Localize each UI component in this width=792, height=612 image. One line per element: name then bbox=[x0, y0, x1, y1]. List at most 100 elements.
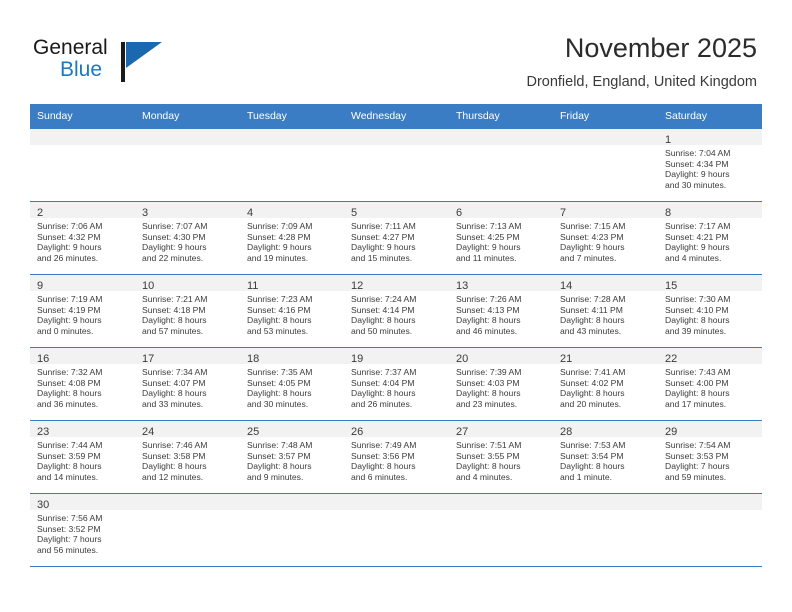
daylight-text-line1: Daylight: 8 hours bbox=[351, 315, 416, 326]
daylight-text-line1: Daylight: 8 hours bbox=[560, 315, 625, 326]
calendar-cell-day[interactable]: 27 Sunrise: 7:51 AM Sunset: 3:55 PM Dayligh… bbox=[449, 420, 553, 494]
calendar-cell-inner: 5 Sunrise: 7:11 AM Sunset: 4:27 PM Daylight… bbox=[344, 202, 449, 274]
calendar-cell-day[interactable]: 25 Sunrise: 7:48 AM Sunset: 3:57 PM Dayligh… bbox=[240, 420, 344, 494]
calendar-cell-day[interactable]: 30 Sunrise: 7:56 AM Sunset: 3:52 PM Dayligh… bbox=[30, 493, 135, 567]
calendar-cell-day[interactable]: 7 Sunrise: 7:15 AM Sunset: 4:23 PM Daylight… bbox=[553, 201, 658, 275]
calendar-cell-day[interactable]: 15 Sunrise: 7:30 AM Sunset: 4:10 PM Dayligh… bbox=[658, 274, 762, 348]
calendar-cell-day[interactable]: 13 Sunrise: 7:26 AM Sunset: 4:13 PM Dayligh… bbox=[449, 274, 553, 348]
calendar-cell-day[interactable]: 10 Sunrise: 7:21 AM Sunset: 4:18 PM Dayligh… bbox=[135, 274, 240, 348]
daylight-text-line1: Daylight: 8 hours bbox=[665, 388, 730, 399]
sunset-text: Sunset: 4:30 PM bbox=[142, 231, 206, 242]
day-number-band bbox=[449, 494, 553, 510]
calendar-week-row: 16 Sunrise: 7:32 AM Sunset: 4:08 PM Dayligh… bbox=[30, 347, 762, 421]
calendar-cell-day[interactable]: 9 Sunrise: 7:19 AM Sunset: 4:19 PM Daylight… bbox=[30, 274, 135, 348]
day-number-band: 13 bbox=[449, 275, 553, 292]
day-number: 29 bbox=[665, 426, 678, 438]
day-number-band: 2 bbox=[30, 202, 135, 219]
calendar-cell-day[interactable]: 28 Sunrise: 7:53 AM Sunset: 3:54 PM Dayligh… bbox=[553, 420, 658, 494]
calendar-cell-day[interactable]: 21 Sunrise: 7:41 AM Sunset: 4:02 PM Dayligh… bbox=[553, 347, 658, 421]
sunrise-text: Sunrise: 7:54 AM bbox=[665, 440, 731, 450]
day-number: 21 bbox=[560, 353, 573, 365]
sunset-text: Sunset: 3:54 PM bbox=[560, 450, 624, 461]
calendar-cell-day[interactable]: 8 Sunrise: 7:17 AM Sunset: 4:21 PM Daylight… bbox=[658, 201, 762, 275]
sunrise-text: Sunrise: 7:43 AM bbox=[665, 367, 731, 377]
sunset-text: Sunset: 3:57 PM bbox=[247, 450, 311, 461]
calendar-cell-day[interactable]: 4 Sunrise: 7:09 AM Sunset: 4:28 PM Daylight… bbox=[240, 201, 344, 275]
logo-triangle-icon bbox=[126, 42, 162, 68]
daylight-text-line2: and 36 minutes. bbox=[37, 398, 99, 409]
calendar-cell-day[interactable]: 20 Sunrise: 7:39 AM Sunset: 4:03 PM Dayligh… bbox=[449, 347, 553, 421]
sunset-text: Sunset: 4:05 PM bbox=[247, 377, 311, 388]
day-number-band: 11 bbox=[240, 275, 344, 292]
day-number-band bbox=[344, 494, 449, 510]
calendar-cell-inner bbox=[344, 494, 449, 566]
day-number: 1 bbox=[665, 134, 672, 146]
calendar-cell-day[interactable]: 1 Sunrise: 7:04 AM Sunset: 4:34 PM Daylight… bbox=[658, 128, 762, 202]
calendar-cell-day[interactable]: 14 Sunrise: 7:28 AM Sunset: 4:11 PM Dayligh… bbox=[553, 274, 658, 348]
calendar-cell-day[interactable]: 12 Sunrise: 7:24 AM Sunset: 4:14 PM Dayligh… bbox=[344, 274, 449, 348]
day-details: Sunrise: 7:23 AM Sunset: 4:16 PM Daylight:… bbox=[240, 291, 344, 336]
daylight-text-line2: and 26 minutes. bbox=[351, 398, 413, 409]
daylight-text-line1: Daylight: 7 hours bbox=[665, 461, 730, 472]
calendar-cell-day[interactable]: 26 Sunrise: 7:49 AM Sunset: 3:56 PM Dayligh… bbox=[344, 420, 449, 494]
calendar-cell-day[interactable]: 5 Sunrise: 7:11 AM Sunset: 4:27 PM Daylight… bbox=[344, 201, 449, 275]
sunrise-text: Sunrise: 7:06 AM bbox=[37, 221, 103, 231]
day-details: Sunrise: 7:13 AM Sunset: 4:25 PM Daylight:… bbox=[449, 218, 553, 263]
sunrise-text: Sunrise: 7:48 AM bbox=[247, 440, 313, 450]
daylight-text-line2: and 4 minutes. bbox=[456, 471, 513, 482]
calendar-cell-day[interactable]: 11 Sunrise: 7:23 AM Sunset: 4:16 PM Dayligh… bbox=[240, 274, 344, 348]
calendar-cell-day[interactable]: 22 Sunrise: 7:43 AM Sunset: 4:00 PM Dayligh… bbox=[658, 347, 762, 421]
calendar-cell-day[interactable]: 23 Sunrise: 7:44 AM Sunset: 3:59 PM Dayligh… bbox=[30, 420, 135, 494]
calendar-cell-day[interactable]: 3 Sunrise: 7:07 AM Sunset: 4:30 PM Daylight… bbox=[135, 201, 240, 275]
sunset-text: Sunset: 4:16 PM bbox=[247, 304, 311, 315]
day-number: 22 bbox=[665, 353, 678, 365]
daylight-text-line2: and 11 minutes. bbox=[456, 252, 517, 263]
day-number-band: 15 bbox=[658, 275, 762, 292]
day-number-band: 28 bbox=[553, 421, 658, 438]
day-details: Sunrise: 7:17 AM Sunset: 4:21 PM Daylight:… bbox=[658, 218, 762, 263]
day-number: 2 bbox=[37, 207, 44, 219]
day-details: Sunrise: 7:24 AM Sunset: 4:14 PM Daylight:… bbox=[344, 291, 449, 336]
sunset-text: Sunset: 4:04 PM bbox=[351, 377, 415, 388]
daylight-text-line2: and 4 minutes. bbox=[665, 252, 722, 263]
day-details: Sunrise: 7:04 AM Sunset: 4:34 PM Daylight:… bbox=[658, 145, 762, 190]
calendar-cell-day[interactable]: 6 Sunrise: 7:13 AM Sunset: 4:25 PM Daylight… bbox=[449, 201, 553, 275]
daylight-text-line1: Daylight: 8 hours bbox=[37, 388, 102, 399]
calendar-cell-day[interactable]: 18 Sunrise: 7:35 AM Sunset: 4:05 PM Dayligh… bbox=[240, 347, 344, 421]
day-details: Sunrise: 7:32 AM Sunset: 4:08 PM Daylight:… bbox=[30, 364, 135, 409]
daylight-text-line2: and 0 minutes. bbox=[37, 325, 94, 336]
day-details: Sunrise: 7:49 AM Sunset: 3:56 PM Daylight:… bbox=[344, 437, 449, 482]
calendar-cell-day[interactable]: 2 Sunrise: 7:06 AM Sunset: 4:32 PM Daylight… bbox=[30, 201, 135, 275]
day-details: Sunrise: 7:30 AM Sunset: 4:10 PM Daylight:… bbox=[658, 291, 762, 336]
calendar-cell-day[interactable]: 17 Sunrise: 7:34 AM Sunset: 4:07 PM Dayligh… bbox=[135, 347, 240, 421]
day-number-band bbox=[135, 494, 240, 510]
day-details: Sunrise: 7:06 AM Sunset: 4:32 PM Daylight:… bbox=[30, 218, 135, 263]
sunset-text: Sunset: 3:58 PM bbox=[142, 450, 206, 461]
day-number-band bbox=[240, 129, 344, 145]
daylight-text-line2: and 17 minutes. bbox=[665, 398, 727, 409]
sunrise-text: Sunrise: 7:07 AM bbox=[142, 221, 208, 231]
day-number: 6 bbox=[456, 207, 463, 219]
calendar-cell-day[interactable]: 24 Sunrise: 7:46 AM Sunset: 3:58 PM Dayligh… bbox=[135, 420, 240, 494]
calendar-cell-day[interactable]: 19 Sunrise: 7:37 AM Sunset: 4:04 PM Dayligh… bbox=[344, 347, 449, 421]
general-blue-logo[interactable]: General Blue bbox=[33, 36, 163, 88]
day-number: 17 bbox=[142, 353, 155, 365]
calendar-week-row: 2 Sunrise: 7:06 AM Sunset: 4:32 PM Daylight… bbox=[30, 201, 762, 275]
day-details: Sunrise: 7:26 AM Sunset: 4:13 PM Daylight:… bbox=[449, 291, 553, 336]
daylight-text-line1: Daylight: 8 hours bbox=[142, 461, 207, 472]
page-title: November 2025 bbox=[564, 33, 757, 63]
day-number: 26 bbox=[351, 426, 364, 438]
calendar-cell-inner bbox=[449, 494, 553, 566]
calendar-week-row: 30 Sunrise: 7:56 AM Sunset: 3:52 PM Dayligh… bbox=[30, 493, 762, 567]
calendar-cell-empty bbox=[344, 493, 449, 567]
sunrise-text: Sunrise: 7:39 AM bbox=[456, 367, 522, 377]
calendar-cell-inner: 19 Sunrise: 7:37 AM Sunset: 4:04 PM Dayligh… bbox=[344, 348, 449, 420]
daylight-text-line2: and 53 minutes. bbox=[247, 325, 309, 336]
day-details: Sunrise: 7:11 AM Sunset: 4:27 PM Daylight:… bbox=[344, 218, 449, 263]
day-number: 7 bbox=[560, 207, 567, 219]
calendar-cell-empty bbox=[135, 493, 240, 567]
calendar-cell-day[interactable]: 29 Sunrise: 7:54 AM Sunset: 3:53 PM Dayligh… bbox=[658, 420, 762, 494]
calendar-cell-day[interactable]: 16 Sunrise: 7:32 AM Sunset: 4:08 PM Dayligh… bbox=[30, 347, 135, 421]
calendar-cell-empty bbox=[240, 493, 344, 567]
daylight-text-line2: and 30 minutes. bbox=[665, 179, 727, 190]
